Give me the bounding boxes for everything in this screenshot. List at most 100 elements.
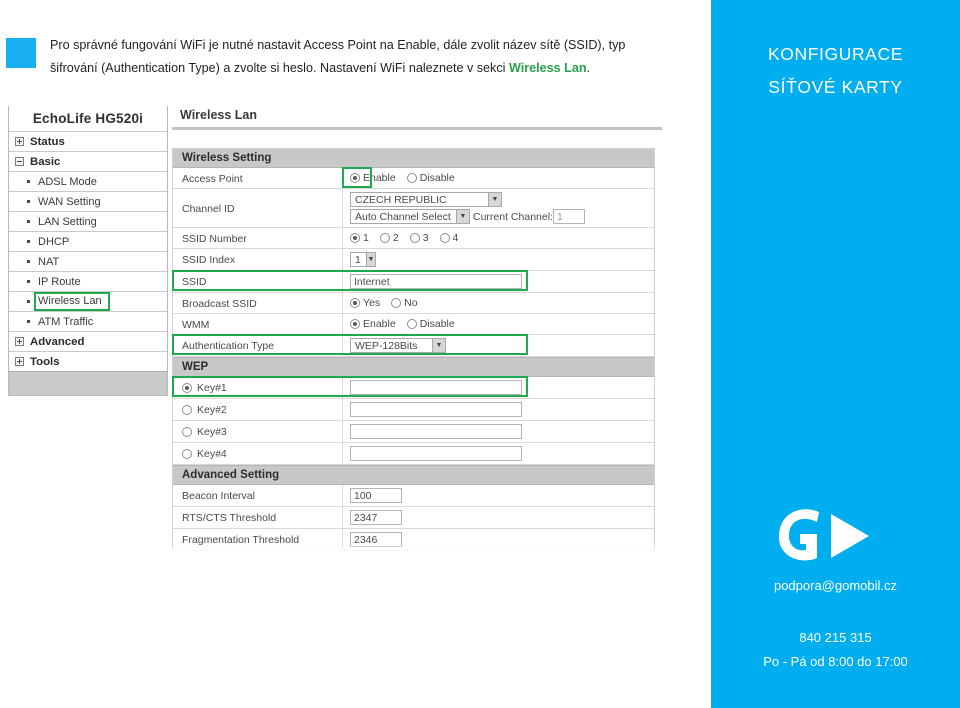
radio-wmm-disable[interactable]: Disable <box>406 318 455 330</box>
blue-square-bullet-icon <box>6 38 36 68</box>
expand-plus-icon[interactable] <box>15 137 24 146</box>
radio-label: 3 <box>422 232 429 244</box>
router-main-panel: Wireless Lan Wireless Setting Access Poi… <box>172 104 662 552</box>
radio-ssid-number-4[interactable]: 4 <box>439 232 458 244</box>
select-country[interactable]: CZECH REPUBLIC ▼ <box>350 192 502 207</box>
row-value: 1 2 3 4 <box>343 228 654 248</box>
title-divider <box>172 127 662 130</box>
radio-ssid-number-1[interactable]: 1 <box>350 232 369 244</box>
collapse-minus-icon[interactable] <box>15 157 24 166</box>
expand-plus-icon[interactable] <box>15 357 24 366</box>
radio-access-point-disable[interactable]: Disable <box>406 172 455 184</box>
support-phone: 840 215 315 <box>799 630 872 645</box>
input-beacon-interval[interactable]: 100 <box>350 488 402 503</box>
radio-off-icon[interactable] <box>182 427 192 437</box>
sidebar-item-wan-setting[interactable]: WAN Setting <box>9 191 167 211</box>
radio-off-icon[interactable] <box>439 233 450 243</box>
select-ssid-index[interactable]: 1 ▼ <box>350 252 376 267</box>
brand-side-panel: KONFIGURACE SÍŤOVÉ KARTY podpora@gomobil… <box>711 0 960 708</box>
input-wep-key-3[interactable] <box>350 424 522 439</box>
page-root: Pro správné fungování WiFi je nutné nast… <box>0 0 960 708</box>
radio-broadcast-ssid-no[interactable]: No <box>391 297 418 309</box>
sidebar-item-ip-route[interactable]: IP Route <box>9 271 167 291</box>
input-wep-key-2[interactable] <box>350 402 522 417</box>
radio-ssid-number-2[interactable]: 2 <box>379 232 399 244</box>
bullet-icon <box>27 200 30 203</box>
radio-label: Disable <box>419 318 455 330</box>
row-label: Access Point <box>173 168 343 188</box>
radio-off-icon[interactable] <box>406 173 417 183</box>
section-header-wep: WEP <box>173 357 654 377</box>
radio-off-icon[interactable] <box>391 298 402 308</box>
radio-label: Enable <box>363 318 396 330</box>
gomobil-logo-icon <box>778 509 869 561</box>
input-wep-key-1[interactable] <box>350 380 522 395</box>
radio-on-icon[interactable] <box>350 298 360 308</box>
radio-off-icon[interactable] <box>379 233 390 243</box>
sidebar-item-lan-setting[interactable]: LAN Setting <box>9 211 167 231</box>
sidebar-item-adsl-mode[interactable]: ADSL Mode <box>9 171 167 191</box>
row-value: Enable Disable <box>343 314 654 334</box>
row-label: Beacon Interval <box>173 485 343 506</box>
chevron-down-icon[interactable]: ▼ <box>456 210 469 223</box>
radio-off-icon[interactable] <box>182 449 192 459</box>
panel-kicker-line2: SÍŤOVÉ KARTY <box>768 77 903 97</box>
select-authentication-type[interactable]: WEP-128Bits ▼ <box>350 338 446 353</box>
radio-on-icon[interactable] <box>350 173 360 183</box>
support-email[interactable]: podpora@gomobil.cz <box>711 578 960 593</box>
sidebar-item-atm-traffic[interactable]: ATM Traffic <box>9 311 167 331</box>
sidebar-item-label: ADSL Mode <box>38 175 97 188</box>
row-ssid: SSID Internet <box>172 270 654 293</box>
row-wep-key-1: Key#1 <box>172 376 654 399</box>
sidebar-item-nat[interactable]: NAT <box>9 251 167 271</box>
sidebar-item-dhcp[interactable]: DHCP <box>9 231 167 251</box>
sidebar-item-advanced[interactable]: Advanced <box>9 331 167 351</box>
radio-label: Yes <box>363 297 381 309</box>
input-wep-key-4[interactable] <box>350 446 522 461</box>
row-authentication-type: Authentication Type WEP-128Bits ▼ <box>172 334 654 357</box>
row-label: SSID Number <box>173 228 343 248</box>
radio-on-icon[interactable] <box>182 383 192 393</box>
sidebar-item-tools[interactable]: Tools <box>9 351 167 371</box>
row-label: Broadcast SSID <box>173 293 343 313</box>
radio-off-icon[interactable] <box>409 233 420 243</box>
row-value <box>343 377 654 398</box>
row-label: Key#1 <box>173 377 343 398</box>
wireless-settings-table: Wireless Setting Access Point Enable Dis… <box>172 148 655 552</box>
page-title: Wireless Lan <box>180 108 258 122</box>
radio-off-icon[interactable] <box>406 319 417 329</box>
expand-plus-icon[interactable] <box>15 337 24 346</box>
chevron-down-icon[interactable]: ▼ <box>365 253 375 266</box>
select-value: Auto Channel Select <box>355 210 451 223</box>
sidebar-footer <box>9 371 167 395</box>
sidebar-item-status[interactable]: Status <box>9 131 167 151</box>
sidebar-item-wireless-lan[interactable]: Wireless Lan <box>9 291 167 311</box>
chevron-down-icon[interactable]: ▼ <box>432 339 445 352</box>
row-value: 1 ▼ <box>343 249 654 270</box>
input-rts-cts-threshold[interactable]: 2347 <box>350 510 402 525</box>
sidebar-item-label: Wireless Lan <box>34 292 110 311</box>
radio-label: Disable <box>419 172 455 184</box>
sidebar-item-label: NAT <box>38 255 60 268</box>
row-value: Enable Disable <box>343 168 654 188</box>
router-admin-screenshot: EchoLife HG520i Status Basic ADSL Mode W… <box>0 104 700 552</box>
radio-ssid-number-3[interactable]: 3 <box>409 232 429 244</box>
sidebar-item-basic[interactable]: Basic <box>9 151 167 171</box>
select-channel-mode[interactable]: Auto Channel Select ▼ <box>350 209 470 224</box>
radio-off-icon[interactable] <box>182 405 192 415</box>
radio-on-icon[interactable] <box>350 233 360 243</box>
radio-on-icon[interactable] <box>350 319 360 329</box>
radio-broadcast-ssid-yes[interactable]: Yes <box>350 297 380 309</box>
row-value: 100 <box>343 485 654 506</box>
row-ssid-number: SSID Number 1 2 3 4 <box>173 228 654 249</box>
chevron-down-icon[interactable]: ▼ <box>488 193 501 206</box>
radio-wmm-enable[interactable]: Enable <box>350 318 396 330</box>
row-label: Authentication Type <box>173 335 343 356</box>
radio-access-point-enable[interactable]: Enable <box>350 172 396 184</box>
row-ssid-index: SSID Index 1 ▼ <box>173 249 654 271</box>
row-label: Channel ID <box>173 189 343 227</box>
input-ssid[interactable]: Internet <box>350 274 522 289</box>
radio-label: No <box>404 297 418 309</box>
intro-link-wireless-lan: Wireless Lan <box>508 61 587 75</box>
row-label: WMM <box>173 314 343 334</box>
